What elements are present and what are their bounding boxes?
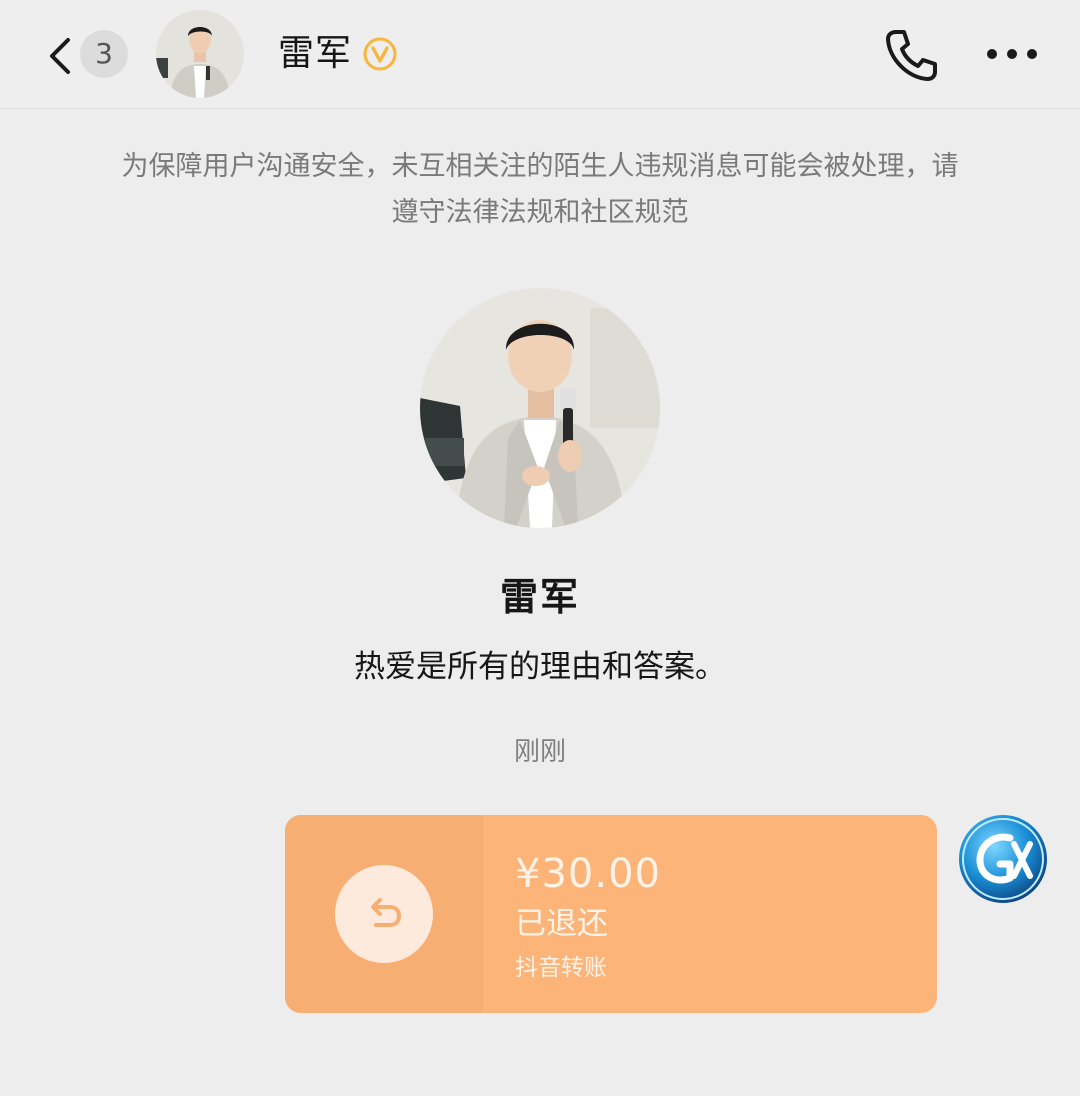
my-avatar-image: [959, 815, 1047, 903]
transfer-status: 已退还: [515, 906, 608, 942]
transfer-source: 抖音转账: [515, 955, 607, 981]
profile-name: 雷军: [499, 575, 580, 619]
chat-header: 3 雷军: [0, 0, 1080, 109]
profile-avatar-image: [420, 288, 660, 528]
verified-v-icon: [363, 37, 397, 71]
more-dots-icon[interactable]: [980, 34, 1044, 74]
contact-name[interactable]: 雷军: [278, 30, 352, 78]
contact-avatar-image: [156, 10, 244, 98]
back-button[interactable]: 3: [36, 28, 136, 82]
transfer-message-card[interactable]: ¥30.00 已退还 抖音转账: [285, 815, 937, 1013]
profile-avatar[interactable]: [420, 288, 660, 528]
chevron-left-icon: [50, 38, 70, 74]
phone-icon[interactable]: [882, 26, 940, 84]
unread-count-badge: 3: [80, 30, 128, 78]
safety-notice: 为保障用户沟通安全，未互相关注的陌生人违规消息可能会被处理，请遵守法律法规和社区…: [121, 151, 959, 228]
transfer-amount: ¥30.00: [515, 851, 661, 897]
refund-return-icon: [335, 865, 433, 963]
transfer-icon-panel: [285, 815, 483, 1013]
message-timestamp: 刚刚: [513, 737, 566, 767]
profile-signature: 热爱是所有的理由和答案。: [354, 649, 726, 685]
my-avatar[interactable]: [958, 814, 1048, 904]
contact-avatar[interactable]: [156, 10, 244, 98]
